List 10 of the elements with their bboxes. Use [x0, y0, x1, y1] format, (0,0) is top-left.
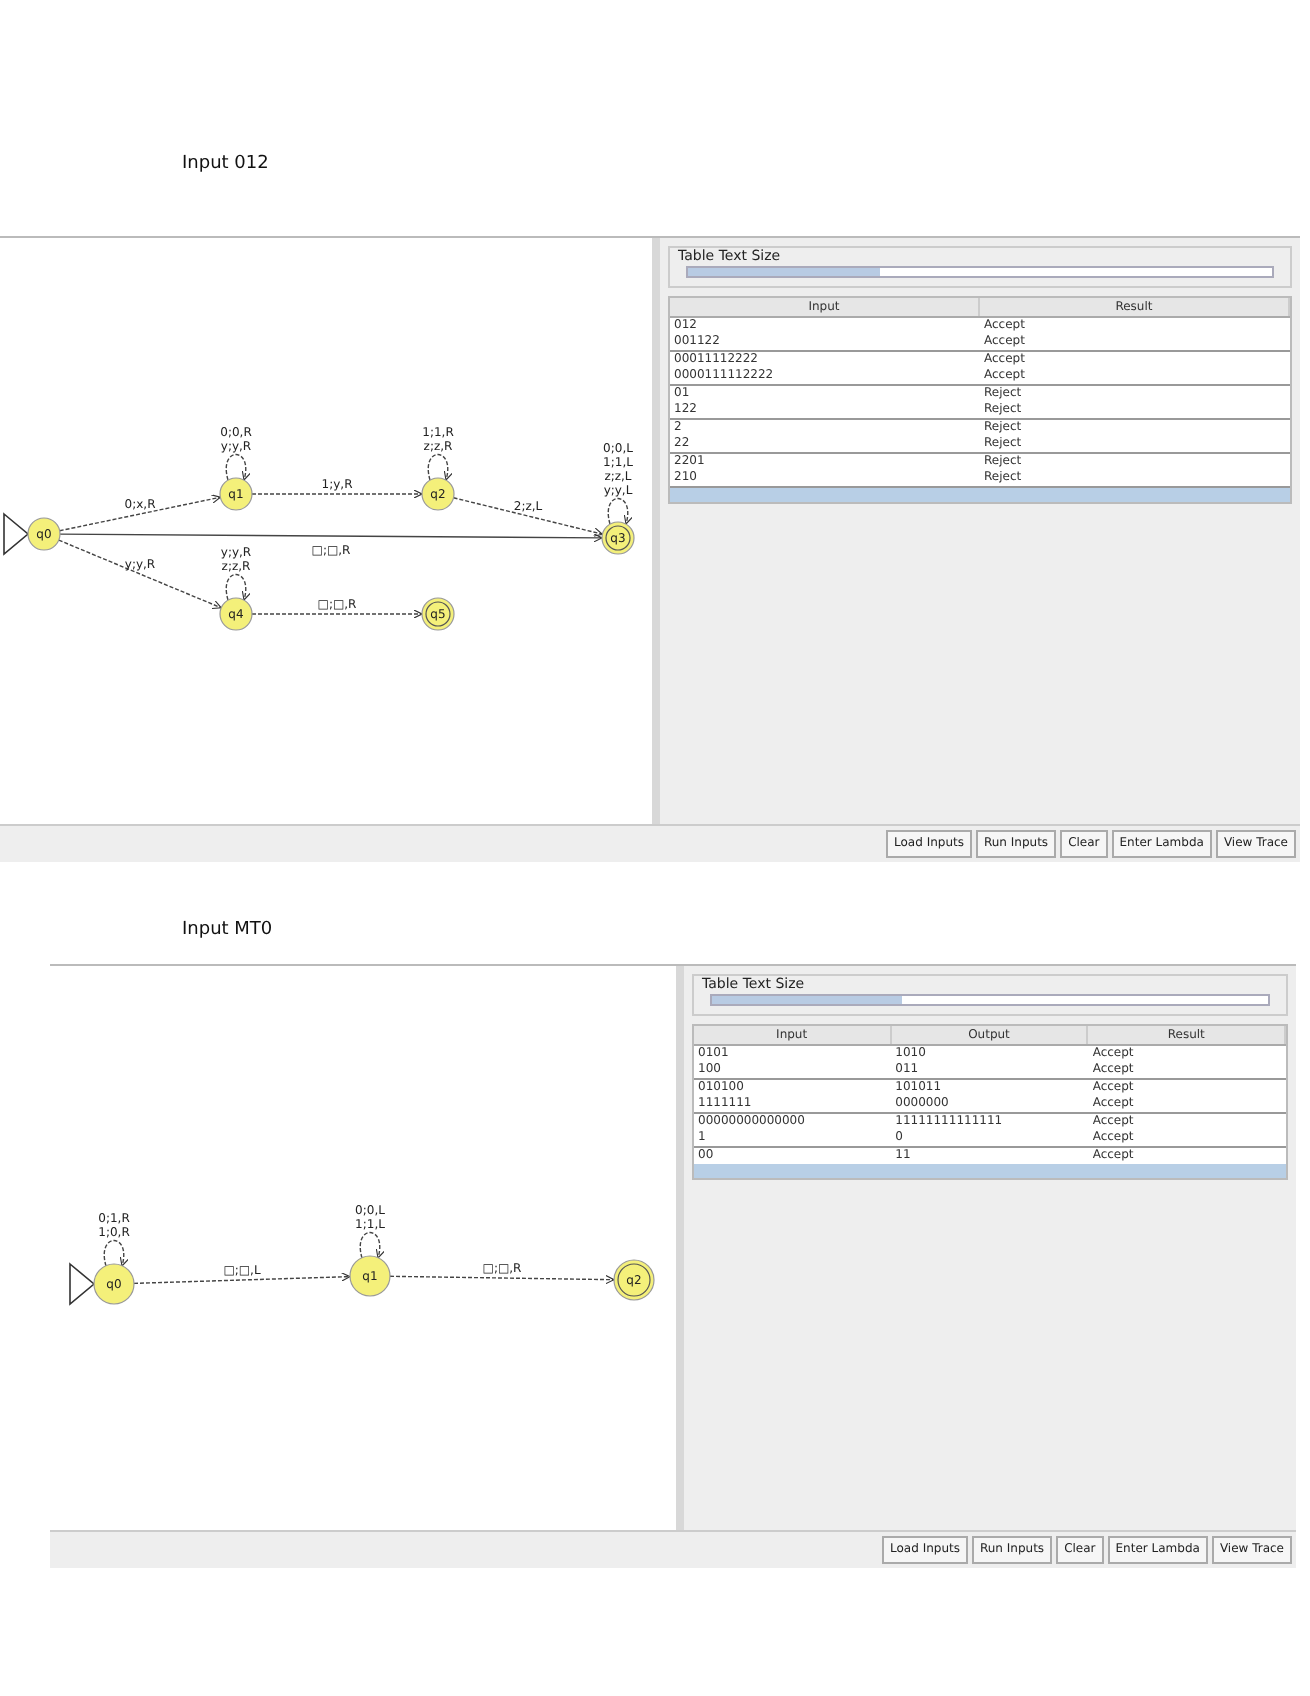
loop-arrow [607, 496, 633, 524]
section-title: Input MT0 [182, 917, 275, 943]
slider-track[interactable] [686, 265, 1274, 277]
loop-arrow [359, 1231, 385, 1259]
loop-arrow [225, 452, 251, 480]
loop-arrow [225, 572, 251, 600]
loop-arrow [103, 1239, 129, 1267]
loop-arrow [427, 452, 453, 480]
slider-track[interactable] [710, 994, 1270, 1006]
section-title: Input 012 [182, 152, 271, 178]
